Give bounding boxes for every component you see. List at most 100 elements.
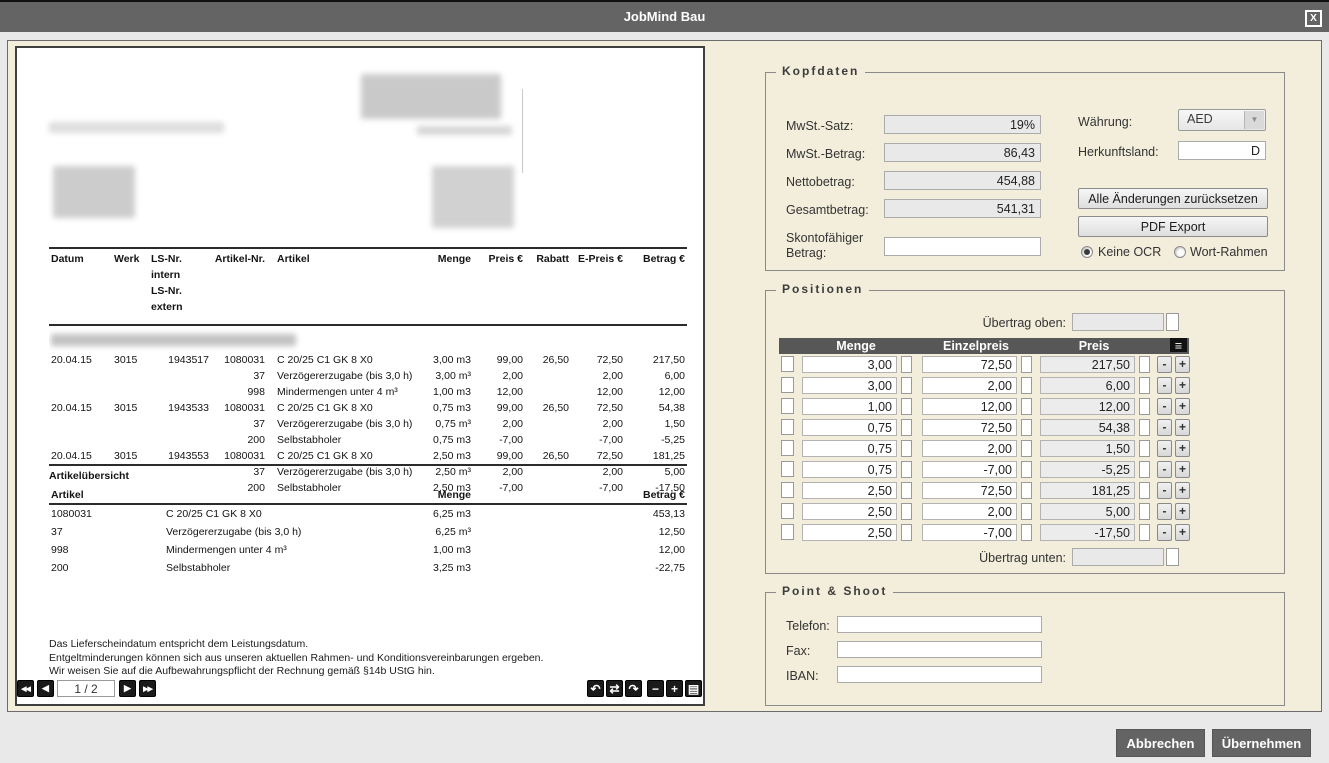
preis-field[interactable] bbox=[1040, 398, 1135, 415]
preis-field[interactable] bbox=[1040, 356, 1135, 373]
increment-button[interactable]: + bbox=[1175, 503, 1190, 520]
increment-button[interactable]: + bbox=[1175, 419, 1190, 436]
einzelpreis-input[interactable] bbox=[922, 482, 1017, 499]
telefon-field[interactable] bbox=[837, 616, 1042, 633]
menge-marker-box[interactable] bbox=[901, 503, 912, 520]
preis-marker-box[interactable] bbox=[1139, 377, 1150, 394]
row-select-checkbox[interactable] bbox=[781, 461, 794, 477]
preis-marker-box[interactable] bbox=[1139, 440, 1150, 457]
mwst-satz-field[interactable] bbox=[884, 115, 1041, 134]
menge-marker-box[interactable] bbox=[901, 440, 912, 457]
menge-input[interactable] bbox=[802, 503, 897, 520]
einzelpreis-marker-box[interactable] bbox=[1021, 356, 1032, 373]
einzelpreis-input[interactable] bbox=[922, 440, 1017, 457]
zoom-in-button[interactable]: + bbox=[666, 680, 683, 697]
iban-field[interactable] bbox=[837, 666, 1042, 683]
next-page-button[interactable]: ▶ bbox=[119, 680, 136, 697]
decrement-button[interactable]: - bbox=[1157, 482, 1172, 499]
einzelpreis-marker-box[interactable] bbox=[1021, 419, 1032, 436]
uebertrag-oben-marker-box[interactable] bbox=[1166, 313, 1179, 331]
menge-marker-box[interactable] bbox=[901, 356, 912, 373]
page-indicator-input[interactable] bbox=[57, 680, 115, 697]
row-select-checkbox[interactable] bbox=[781, 503, 794, 519]
row-select-checkbox[interactable] bbox=[781, 398, 794, 414]
herkunftsland-field[interactable] bbox=[1178, 141, 1266, 160]
uebertrag-oben-field[interactable] bbox=[1072, 313, 1164, 331]
apply-button[interactable]: Übernehmen bbox=[1212, 729, 1311, 757]
increment-button[interactable]: + bbox=[1175, 482, 1190, 499]
menge-marker-box[interactable] bbox=[901, 419, 912, 436]
preis-field[interactable] bbox=[1040, 482, 1135, 499]
increment-button[interactable]: + bbox=[1175, 440, 1190, 457]
menge-input[interactable] bbox=[802, 440, 897, 457]
row-select-checkbox[interactable] bbox=[781, 440, 794, 456]
preis-field[interactable] bbox=[1040, 503, 1135, 520]
einzelpreis-input[interactable] bbox=[922, 524, 1017, 541]
einzelpreis-input[interactable] bbox=[922, 398, 1017, 415]
preis-field[interactable] bbox=[1040, 419, 1135, 436]
uebertrag-unten-field[interactable] bbox=[1072, 548, 1164, 566]
increment-button[interactable]: + bbox=[1175, 461, 1190, 478]
keine-ocr-radio[interactable] bbox=[1081, 246, 1093, 258]
menge-marker-box[interactable] bbox=[901, 398, 912, 415]
einzelpreis-input[interactable] bbox=[922, 377, 1017, 394]
row-select-checkbox[interactable] bbox=[781, 524, 794, 540]
einzelpreis-marker-box[interactable] bbox=[1021, 440, 1032, 457]
preis-marker-box[interactable] bbox=[1139, 482, 1150, 499]
einzelpreis-input[interactable] bbox=[922, 461, 1017, 478]
decrement-button[interactable]: - bbox=[1157, 419, 1172, 436]
einzelpreis-marker-box[interactable] bbox=[1021, 482, 1032, 499]
waehrung-dropdown[interactable]: AED ▼ bbox=[1178, 109, 1266, 131]
decrement-button[interactable]: - bbox=[1157, 524, 1172, 541]
mwst-betrag-field[interactable] bbox=[884, 143, 1041, 162]
preis-marker-box[interactable] bbox=[1139, 503, 1150, 520]
einzelpreis-marker-box[interactable] bbox=[1021, 398, 1032, 415]
zoom-out-button[interactable]: − bbox=[647, 680, 664, 697]
reset-changes-button[interactable]: Alle Änderungen zurücksetzen bbox=[1078, 188, 1268, 209]
fit-page-button[interactable]: ▤ bbox=[685, 680, 702, 697]
menge-marker-box[interactable] bbox=[901, 524, 912, 541]
fax-field[interactable] bbox=[837, 641, 1042, 658]
menge-marker-box[interactable] bbox=[901, 461, 912, 478]
cancel-button[interactable]: Abbrechen bbox=[1116, 729, 1205, 757]
row-select-checkbox[interactable] bbox=[781, 419, 794, 435]
row-select-checkbox[interactable] bbox=[781, 482, 794, 498]
einzelpreis-marker-box[interactable] bbox=[1021, 503, 1032, 520]
decrement-button[interactable]: - bbox=[1157, 503, 1172, 520]
rotate-right-button[interactable]: ↷ bbox=[625, 680, 642, 697]
refresh-button[interactable]: ⇄ bbox=[606, 680, 623, 697]
nettobetrag-field[interactable] bbox=[884, 171, 1041, 190]
last-page-button[interactable]: ▶▶ bbox=[139, 680, 156, 697]
menge-marker-box[interactable] bbox=[901, 482, 912, 499]
einzelpreis-marker-box[interactable] bbox=[1021, 524, 1032, 541]
menge-input[interactable] bbox=[802, 461, 897, 478]
increment-button[interactable]: + bbox=[1175, 524, 1190, 541]
chevron-down-icon[interactable]: ▼ bbox=[1244, 111, 1264, 129]
preis-field[interactable] bbox=[1040, 377, 1135, 394]
einzelpreis-input[interactable] bbox=[922, 419, 1017, 436]
menge-input[interactable] bbox=[802, 419, 897, 436]
menge-input[interactable] bbox=[802, 356, 897, 373]
first-page-button[interactable]: ◀◀ bbox=[17, 680, 34, 697]
menge-marker-box[interactable] bbox=[901, 377, 912, 394]
increment-button[interactable]: + bbox=[1175, 377, 1190, 394]
gesamtbetrag-field[interactable] bbox=[884, 199, 1041, 218]
preis-marker-box[interactable] bbox=[1139, 398, 1150, 415]
close-button[interactable]: X bbox=[1305, 10, 1322, 27]
decrement-button[interactable]: - bbox=[1157, 398, 1172, 415]
increment-button[interactable]: + bbox=[1175, 398, 1190, 415]
menge-input[interactable] bbox=[802, 398, 897, 415]
preis-marker-box[interactable] bbox=[1139, 461, 1150, 478]
decrement-button[interactable]: - bbox=[1157, 356, 1172, 373]
increment-button[interactable]: + bbox=[1175, 356, 1190, 373]
preis-field[interactable] bbox=[1040, 440, 1135, 457]
rotate-left-button[interactable]: ↶ bbox=[587, 680, 604, 697]
decrement-button[interactable]: - bbox=[1157, 377, 1172, 394]
row-select-checkbox[interactable] bbox=[781, 377, 794, 393]
preis-field[interactable] bbox=[1040, 461, 1135, 478]
menge-input[interactable] bbox=[802, 377, 897, 394]
einzelpreis-input[interactable] bbox=[922, 356, 1017, 373]
preis-field[interactable] bbox=[1040, 524, 1135, 541]
einzelpreis-marker-box[interactable] bbox=[1021, 377, 1032, 394]
uebertrag-unten-marker-box[interactable] bbox=[1166, 548, 1179, 566]
